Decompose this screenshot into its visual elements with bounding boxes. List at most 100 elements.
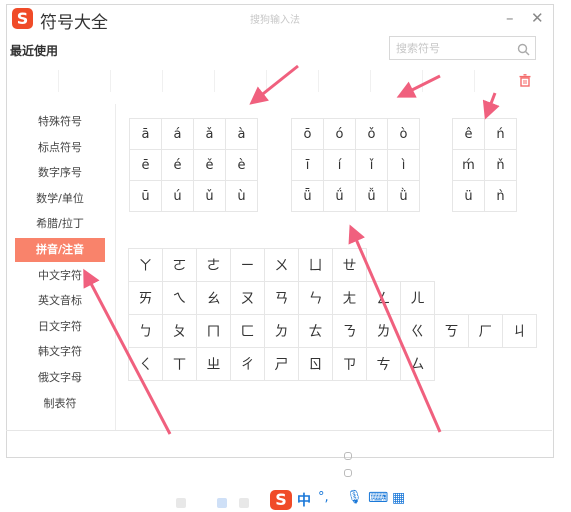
zhuyin-symbol-cell[interactable]: ㄎ	[434, 314, 469, 348]
zhuyin-symbol-cell[interactable]: ㄟ	[162, 281, 197, 315]
sidebar-item[interactable]: 数学/单位	[15, 187, 105, 211]
zhuyin-symbol-cell[interactable]: ㄋ	[332, 314, 367, 348]
pinyin-symbol-cell[interactable]: ǜ	[387, 180, 420, 212]
zhuyin-symbol-cell[interactable]: ㄌ	[366, 314, 401, 348]
pinyin-symbol-cell[interactable]: ó	[323, 118, 356, 150]
zhuyin-symbol-cell[interactable]: ㄕ	[264, 347, 299, 381]
sidebar-item[interactable]: 标点符号	[15, 136, 105, 160]
pinyin-symbol-cell[interactable]: ù	[225, 180, 258, 212]
sidebar-item[interactable]: 希腊/拉丁	[15, 212, 105, 236]
sidebar-item[interactable]: 特殊符号	[15, 110, 105, 134]
pinyin-symbol-cell[interactable]: ḿ	[452, 149, 485, 181]
pinyin-o-grid: ōóǒò īíǐì ǖǘǚǜ	[291, 118, 420, 212]
trash-icon[interactable]	[519, 72, 531, 91]
zhuyin-symbol-cell[interactable]: ㄐ	[502, 314, 537, 348]
minimize-button[interactable]: –	[506, 9, 514, 27]
punct-toggle-icon[interactable]: °,	[318, 490, 329, 505]
zhuyin-symbol-cell[interactable]: ㄆ	[162, 314, 197, 348]
pinyin-symbol-cell[interactable]: ü	[452, 180, 485, 212]
zhuyin-symbol-cell[interactable]: ㄈ	[230, 314, 265, 348]
zhuyin-symbol-cell[interactable]: ㄒ	[162, 347, 197, 381]
zhuyin-symbol-cell[interactable]: ㄢ	[264, 281, 299, 315]
pinyin-symbol-cell[interactable]: ǘ	[323, 180, 356, 212]
zhuyin-symbol-cell[interactable]: ㄜ	[196, 248, 231, 282]
zhuyin-symbol-cell[interactable]: ㄇ	[196, 314, 231, 348]
zhuyin-symbol-cell[interactable]: ㄙ	[400, 347, 435, 381]
pinyin-symbol-cell[interactable]: ń	[484, 118, 517, 150]
sidebar-divider	[115, 104, 116, 430]
sogou-logo-icon[interactable]: S	[270, 490, 292, 510]
sidebar-item[interactable]: 韩文字符	[15, 340, 105, 364]
zhuyin-symbol-cell[interactable]: ㄗ	[332, 347, 367, 381]
sidebar-item[interactable]: 拼音/注音	[15, 238, 105, 262]
pinyin-symbol-cell[interactable]: ǖ	[291, 180, 324, 212]
pinyin-symbol-cell[interactable]: ě	[193, 149, 226, 181]
pinyin-symbol-cell[interactable]: ò	[387, 118, 420, 150]
lang-toggle-button[interactable]: 中	[297, 490, 311, 510]
zhuyin-symbol-cell[interactable]: ㄞ	[128, 281, 163, 315]
sidebar-item[interactable]: 日文字符	[15, 315, 105, 339]
zhuyin-symbol-cell[interactable]: ㄖ	[298, 347, 333, 381]
keyboard-icon[interactable]: ⌨	[368, 490, 388, 506]
pinyin-symbol-cell[interactable]: ǹ	[484, 180, 517, 212]
sidebar-item[interactable]: 俄文字母	[15, 366, 105, 390]
pinyin-symbol-cell[interactable]: ǎ	[193, 118, 226, 150]
search-input[interactable]	[396, 39, 512, 57]
zhuyin-symbol-cell[interactable]: ㄍ	[400, 314, 435, 348]
pinyin-symbol-cell[interactable]: ā	[129, 118, 162, 150]
close-button[interactable]: ✕	[531, 9, 544, 27]
zhuyin-symbol-cell[interactable]: ㄨ	[264, 248, 299, 282]
search-icon[interactable]	[517, 41, 530, 60]
pinyin-symbol-cell[interactable]: í	[323, 149, 356, 181]
zhuyin-symbol-cell[interactable]: ㄉ	[264, 314, 299, 348]
pinyin-symbol-cell[interactable]: ī	[291, 149, 324, 181]
zhuyin-symbol-cell[interactable]: ㄦ	[400, 281, 435, 315]
taskbar-fragment	[217, 498, 227, 508]
zhuyin-symbol-cell[interactable]: ㄝ	[332, 248, 367, 282]
pinyin-symbol-cell[interactable]: ē	[129, 149, 162, 181]
zhuyin-symbol-cell[interactable]: ㄠ	[196, 281, 231, 315]
pinyin-symbol-cell[interactable]: é	[161, 149, 194, 181]
pinyin-symbol-cell[interactable]: ǚ	[355, 180, 388, 212]
zhuyin-symbol-cell[interactable]: ㄡ	[230, 281, 265, 315]
sogou-logo: S	[12, 8, 33, 29]
zhuyin-symbol-cell[interactable]: ㄤ	[332, 281, 367, 315]
zhuyin-symbol-cell[interactable]: ㄏ	[468, 314, 503, 348]
zhuyin-symbol-cell[interactable]: ㄔ	[230, 347, 265, 381]
zhuyin-symbol-cell[interactable]: ㄑ	[128, 347, 163, 381]
zhuyin-symbol-cell[interactable]: ㄓ	[196, 347, 231, 381]
pinyin-symbol-cell[interactable]: ǐ	[355, 149, 388, 181]
zhuyin-grid: ㄚㄛㄜㄧㄨㄩㄝㄞㄟㄠㄡㄢㄣㄤㄥㄦㄅㄆㄇㄈㄉㄊㄋㄌㄍㄎㄏㄐㄑㄒㄓㄔㄕㄖㄗㄘㄙ	[128, 248, 537, 381]
pinyin-symbol-cell[interactable]: à	[225, 118, 258, 150]
symbol-search[interactable]	[389, 36, 536, 60]
zhuyin-symbol-cell[interactable]: ㄩ	[298, 248, 333, 282]
pinyin-symbol-cell[interactable]: ê	[452, 118, 485, 150]
microphone-icon[interactable]: 🎙	[346, 490, 363, 505]
pinyin-symbol-cell[interactable]: á	[161, 118, 194, 150]
zhuyin-symbol-cell[interactable]: ㄛ	[162, 248, 197, 282]
zhuyin-symbol-cell[interactable]: ㄊ	[298, 314, 333, 348]
pinyin-symbol-cell[interactable]: ǔ	[193, 180, 226, 212]
pinyin-symbol-cell[interactable]: ō	[291, 118, 324, 150]
pinyin-symbol-cell[interactable]: ū	[129, 180, 162, 212]
zhuyin-symbol-cell[interactable]: ㄧ	[230, 248, 265, 282]
zhuyin-symbol-cell[interactable]: ㄅ	[128, 314, 163, 348]
pinyin-symbol-cell[interactable]: è	[225, 149, 258, 181]
zhuyin-symbol-cell[interactable]: ㄥ	[366, 281, 401, 315]
pinyin-symbol-cell[interactable]: ì	[387, 149, 420, 181]
skin-icon[interactable]: ▦	[392, 490, 405, 506]
zhuyin-symbol-cell[interactable]: ㄣ	[298, 281, 333, 315]
pinyin-symbol-cell[interactable]: ň	[484, 149, 517, 181]
sidebar-item[interactable]: 数字序号	[15, 161, 105, 185]
sidebar-item[interactable]: 英文音标	[15, 289, 105, 313]
window-title: 符号大全	[40, 13, 108, 33]
sidebar-item[interactable]: 制表符	[15, 392, 105, 416]
zhuyin-symbol-cell[interactable]: ㄚ	[128, 248, 163, 282]
zhuyin-symbol-cell[interactable]: ㄘ	[366, 347, 401, 381]
scroll-dot	[344, 469, 352, 477]
pinyin-symbol-cell[interactable]: ú	[161, 180, 194, 212]
scroll-dot	[344, 452, 352, 460]
pinyin-symbol-cell[interactable]: ǒ	[355, 118, 388, 150]
sidebar-item[interactable]: 中文字符	[15, 264, 105, 288]
pinyin-a-grid: āáǎà ēéěè ūúǔù	[129, 118, 258, 212]
